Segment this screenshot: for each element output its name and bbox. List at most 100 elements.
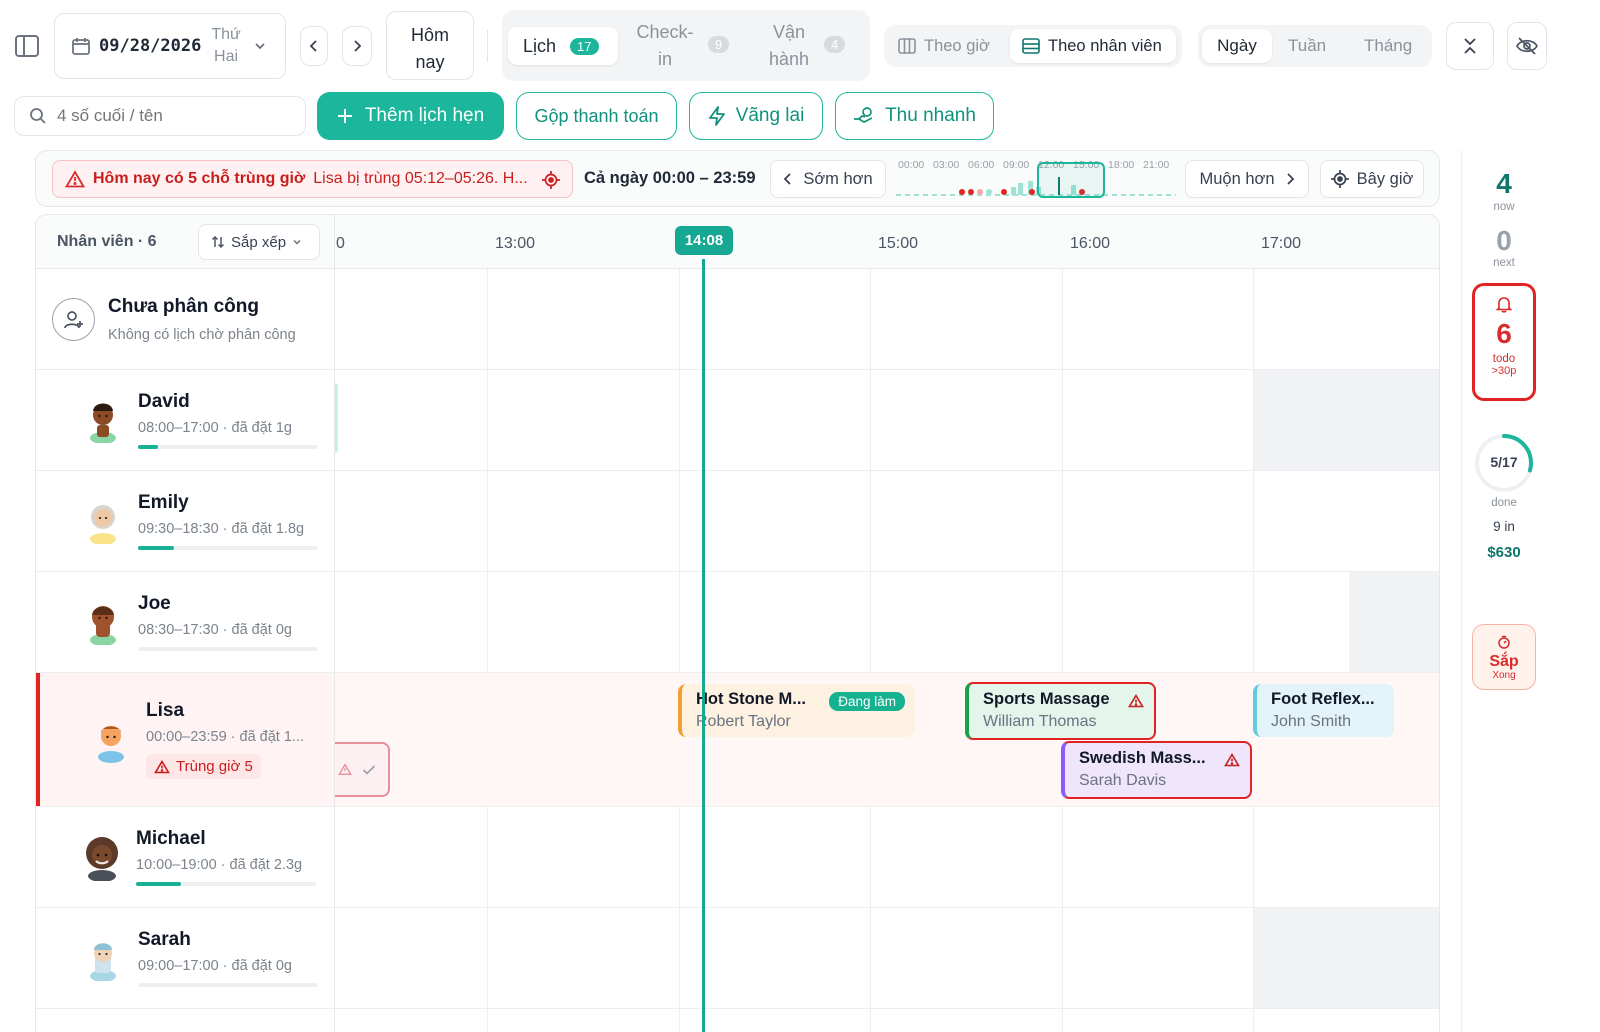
in-progress-badge: Đang làm <box>829 692 905 711</box>
mini-timeline-window[interactable] <box>1037 162 1105 198</box>
tab-checkin-line2: in <box>657 49 672 69</box>
range-month-label: Tháng <box>1364 36 1413 55</box>
merge-payment-button[interactable]: Gộp thanh toán <box>516 92 677 140</box>
timer-icon <box>1498 635 1510 649</box>
avatar <box>90 505 116 544</box>
appointment-client: Sarah Davis <box>1079 772 1167 789</box>
mini-tick: 09:00 <box>1003 159 1030 171</box>
prev-day-button[interactable] <box>300 26 328 66</box>
staff-hours: 00:00–23:59 · đã đặt 1... <box>146 729 305 745</box>
staff-row-sarah[interactable]: Sarah 09:00–17:00 · đã đặt 0g <box>36 908 334 1008</box>
now-button[interactable]: Bây giờ <box>1320 160 1424 198</box>
mini-tick: 03:00 <box>933 159 960 171</box>
mini-tick: 21:00 <box>1143 159 1170 171</box>
staff-hours: 08:30–17:30 · đã đặt 0g <box>138 622 292 638</box>
todo-count: 6 <box>1496 318 1512 349</box>
staff-row-lisa[interactable]: Lisa 00:00–23:59 · đã đặt 1... Trùng giờ… <box>36 673 334 806</box>
todo-card[interactable]: 6 todo >30p <box>1472 283 1536 401</box>
sidebar-toggle-icon[interactable] <box>14 33 40 59</box>
tab-operations-line2: hành <box>768 49 810 69</box>
staff-hours: 10:00–19:00 · đã đặt 2.3g <box>136 857 303 873</box>
warning-icon <box>65 170 85 188</box>
view-by-time-label: Theo giờ <box>924 36 990 55</box>
appointment-client: John Smith <box>1271 713 1352 730</box>
collapse-button[interactable] <box>1446 22 1494 70</box>
appointment-card[interactable]: Hot Stone M... Robert Taylor Đang làm <box>678 684 915 737</box>
tab-checkin[interactable]: Check- in 9 <box>632 19 736 73</box>
search-input[interactable] <box>57 106 277 126</box>
range-day-button[interactable]: Ngày <box>1202 29 1272 63</box>
appointment-edge-block[interactable] <box>335 383 338 453</box>
view-by-staff-label: Theo nhân viên <box>1048 36 1162 55</box>
tab-schedule-count: 17 <box>570 37 599 55</box>
earlier-button[interactable]: Sớm hơn <box>770 160 886 198</box>
unassigned-row[interactable]: Chưa phân công Không có lịch chờ phân cô… <box>36 270 334 369</box>
today-button[interactable]: Hôm nay <box>386 11 474 80</box>
tab-operations-count: 4 <box>824 36 846 53</box>
progress-text: 5/17 <box>1490 454 1518 470</box>
locate-icon[interactable] <box>542 171 560 189</box>
staff-name: Emily <box>138 492 189 513</box>
quick-collect-button[interactable]: Thu nhanh <box>835 92 994 140</box>
mini-timeline[interactable]: 00:00 03:00 06:00 09:00 12:00 15:00 18:0… <box>896 157 1176 201</box>
avatar <box>98 725 124 763</box>
overlap-alert[interactable]: Hôm nay có 5 chỗ trùng giờ Lisa bị trùng… <box>52 160 573 198</box>
add-appointment-button[interactable]: Thêm lịch hẹn <box>317 92 504 140</box>
appointment-conflict-stub[interactable] <box>335 742 390 797</box>
search-field[interactable] <box>14 96 306 136</box>
next-day-button[interactable] <box>342 26 372 66</box>
todo-label: todo <box>1492 353 1516 365</box>
appointment-client: Robert Taylor <box>696 713 791 730</box>
walk-in-button[interactable]: Vãng lai <box>689 92 823 140</box>
mode-tabs: Lịch 17 Check- in 9 Vận hành 4 <box>502 10 870 81</box>
unassigned-subtitle: Không có lịch chờ phân công <box>108 327 296 343</box>
off-hours-block <box>1254 369 1439 470</box>
later-button[interactable]: Muộn hơn <box>1185 160 1309 198</box>
staff-row-joe[interactable]: Joe 08:30–17:30 · đã đặt 0g <box>36 572 334 672</box>
staff-row-david[interactable]: David 08:00–17:00 · đã đặt 1g <box>36 370 334 470</box>
sort-button[interactable]: Sắp xếp <box>198 224 320 260</box>
staff-row-michael[interactable]: Michael 10:00–19:00 · đã đặt 2.3g <box>36 807 334 907</box>
revenue-value: $630 <box>1487 544 1521 561</box>
hour-label: 15:00 <box>878 235 919 252</box>
view-by-time-button[interactable]: Theo giờ <box>898 25 990 67</box>
appointment-card[interactable]: Foot Reflex... John Smith <box>1253 684 1394 737</box>
range-month-button[interactable]: Tháng <box>1364 25 1412 67</box>
booking-progress <box>136 882 316 886</box>
appointment-service: Foot Reflex... <box>1271 690 1375 708</box>
tab-schedule[interactable]: Lịch 17 <box>508 27 618 65</box>
later-label: Muộn hơn <box>1199 169 1275 188</box>
tab-schedule-label: Lịch <box>523 35 557 56</box>
closing-soon-button[interactable]: Sắp Xong <box>1472 624 1536 690</box>
weekday-line1: Thứ <box>211 26 241 43</box>
hide-button[interactable] <box>1507 22 1547 70</box>
appointment-card[interactable]: Swedish Mass... Sarah Davis <box>1061 741 1252 799</box>
staff-row-emily[interactable]: Emily 09:30–18:30 · đã đặt 1.8g <box>36 471 334 571</box>
warning-icon <box>1224 753 1240 767</box>
range-day-label: Ngày <box>1217 36 1257 55</box>
tab-operations[interactable]: Vận hành 4 <box>756 19 862 73</box>
avatar <box>86 837 118 881</box>
avatar <box>90 606 116 645</box>
staff-name: Lisa <box>146 700 185 721</box>
user-plus-icon <box>63 310 83 328</box>
off-hours-block <box>1349 571 1439 672</box>
mini-tick: 06:00 <box>968 159 995 171</box>
earlier-label: Sớm hơn <box>803 169 873 188</box>
columns-icon <box>898 38 916 54</box>
view-by-staff-button[interactable]: Theo nhân viên <box>1010 29 1176 63</box>
date-picker[interactable]: 09/28/2026 Thứ Hai <box>54 13 286 79</box>
overlap-badge-label: Trùng giờ 5 <box>176 758 253 775</box>
chevron-right-icon <box>351 39 363 53</box>
range-week-label: Tuần <box>1288 36 1327 55</box>
calendar-icon <box>71 36 91 56</box>
appointment-card[interactable]: Sports Massage William Thomas <box>965 682 1156 740</box>
booking-progress <box>138 647 318 651</box>
range-week-button[interactable]: Tuần <box>1288 25 1326 67</box>
staff-name: Joe <box>138 593 171 614</box>
overlap-badge[interactable]: Trùng giờ 5 <box>146 754 261 779</box>
add-appointment-label: Thêm lịch hẹn <box>364 105 485 126</box>
hour-label: 13:00 <box>495 235 536 252</box>
bell-icon <box>1495 297 1513 313</box>
next-count: 0 <box>1496 225 1512 256</box>
